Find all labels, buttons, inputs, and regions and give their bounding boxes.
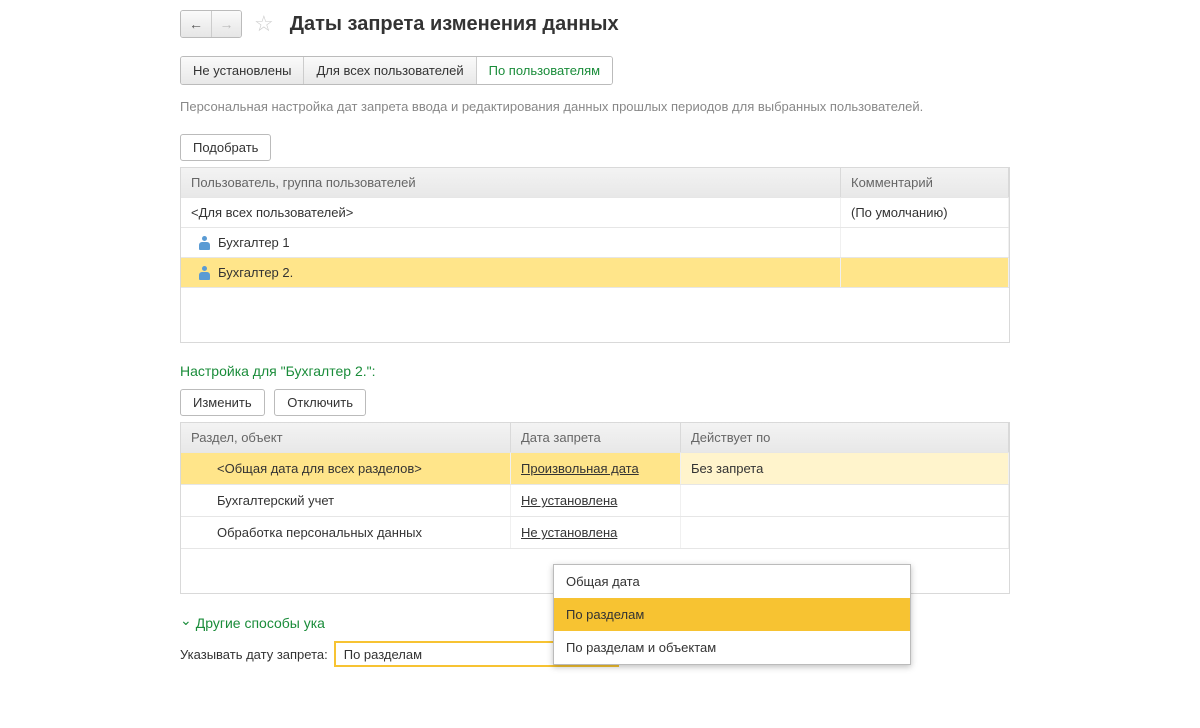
pick-button[interactable]: Подобрать (180, 134, 271, 161)
settings-toolbar: Изменить Отключить (180, 389, 1200, 416)
table-row[interactable]: Бухгалтер 1 (181, 227, 1009, 257)
nav-buttons: ← → (180, 10, 242, 38)
page-title: Даты запрета изменения данных (290, 13, 619, 36)
date-link[interactable]: Не установлена (521, 525, 617, 540)
tab-not-set[interactable]: Не установлены (181, 57, 303, 84)
expander-label: Другие способы ука (196, 615, 325, 631)
table-row[interactable]: Обработка персональных данных Не установ… (181, 516, 1009, 548)
date-link[interactable]: Не установлена (521, 493, 617, 508)
user-name: Бухгалтер 2. (218, 265, 293, 280)
section-name: Обработка персональных данных (217, 525, 422, 540)
sections-col-date: Дата запрета (511, 423, 681, 452)
user-name: Бухгалтер 1 (218, 235, 290, 250)
prohibition-mode-dropdown: Общая дата По разделам По разделам и объ… (553, 564, 911, 665)
prohibition-mode-label: Указывать дату запрета: (180, 647, 328, 662)
table-row[interactable]: Бухгалтер 2. (181, 257, 1009, 287)
tab-all-users[interactable]: Для всех пользователей (303, 57, 475, 84)
grid-empty-space (181, 287, 1009, 342)
change-button[interactable]: Изменить (180, 389, 265, 416)
dropdown-item-by-sections[interactable]: По разделам (554, 598, 910, 631)
user-name: <Для всех пользователей> (191, 205, 353, 220)
dropdown-item-by-sections-objects[interactable]: По разделам и объектам (554, 631, 910, 664)
mode-description: Персональная настройка дат запрета ввода… (180, 99, 1200, 114)
mode-tabs: Не установлены Для всех пользователей По… (180, 56, 613, 85)
dropdown-item-common[interactable]: Общая дата (554, 565, 910, 598)
section-name: <Общая дата для всех разделов> (217, 461, 422, 476)
table-row[interactable]: <Для всех пользователей> (По умолчанию) (181, 197, 1009, 227)
users-col-comment: Комментарий (841, 168, 1009, 197)
sections-col-until: Действует по (681, 423, 1009, 452)
date-link[interactable]: Произвольная дата (521, 461, 639, 476)
tab-by-users[interactable]: По пользователям (476, 57, 612, 84)
sections-col-section: Раздел, объект (181, 423, 511, 452)
table-row[interactable]: <Общая дата для всех разделов> Произволь… (181, 452, 1009, 484)
nav-back-button[interactable]: ← (181, 11, 211, 37)
table-row[interactable]: Бухгалтерский учет Не установлена (181, 484, 1009, 516)
user-comment: (По умолчанию) (851, 205, 948, 220)
users-col-user: Пользователь, группа пользователей (181, 168, 841, 197)
section-name: Бухгалтерский учет (217, 493, 334, 508)
nav-forward-button[interactable]: → (211, 11, 241, 37)
users-grid: Пользователь, группа пользователей Комме… (180, 167, 1010, 343)
disable-button[interactable]: Отключить (274, 389, 366, 416)
favorite-star-icon[interactable]: ☆ (254, 11, 274, 37)
until-value: Без запрета (691, 461, 763, 476)
user-icon (199, 236, 210, 250)
users-toolbar: Подобрать (180, 134, 1200, 161)
other-methods-expander[interactable]: Другие способы ука (180, 614, 325, 631)
user-icon (199, 266, 210, 280)
settings-title: Настройка для "Бухгалтер 2.": (180, 363, 1200, 379)
